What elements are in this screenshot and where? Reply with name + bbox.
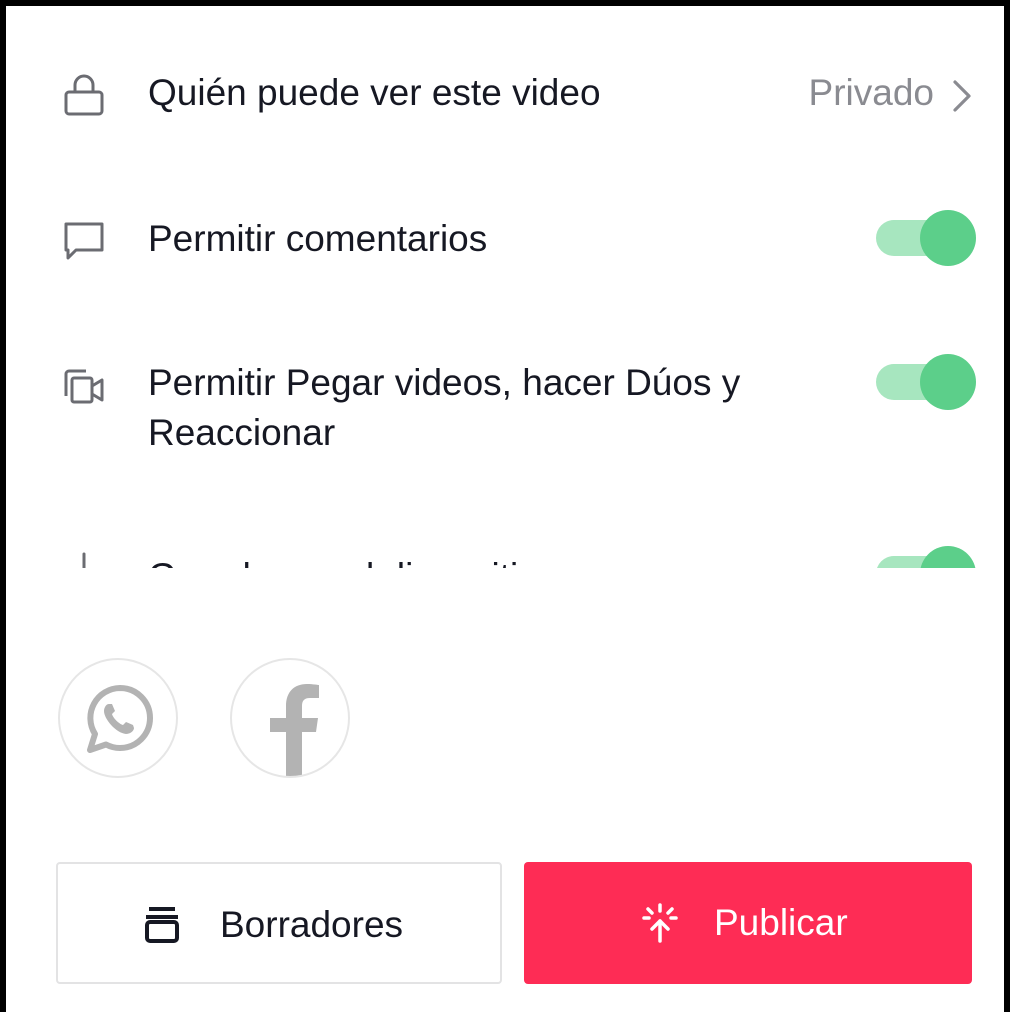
lock-icon	[60, 70, 108, 118]
publish-label: Publicar	[714, 902, 848, 943]
facebook-icon	[270, 684, 319, 776]
toggle-knob	[920, 210, 976, 266]
share-whatsapp-button[interactable]	[58, 658, 178, 778]
whatsapp-icon	[87, 685, 153, 753]
share-facebook-button[interactable]	[230, 658, 350, 778]
save-to-device-label: Guardar en el dispositivo	[148, 552, 557, 568]
save-to-device-row: Guardar en el dispositivo	[6, 546, 1004, 568]
allow-stitch-duet-toggle[interactable]	[876, 354, 976, 410]
allow-comments-toggle[interactable]	[876, 210, 976, 266]
who-can-view-row[interactable]: Quién puede ver este video Privado	[6, 66, 1004, 122]
who-can-view-label: Quién puede ver este video	[148, 72, 601, 113]
chevron-right-icon	[950, 78, 974, 114]
download-icon	[60, 550, 108, 568]
drafts-label: Borradores	[220, 904, 404, 945]
publish-icon	[640, 903, 680, 943]
comment-icon	[60, 216, 108, 264]
duet-icon	[60, 362, 108, 410]
toggle-knob	[920, 546, 976, 568]
who-can-view-value: Privado	[808, 72, 934, 113]
toggle-knob	[920, 354, 976, 410]
save-to-device-toggle[interactable]	[876, 546, 976, 568]
privacy-settings-list[interactable]: Quién puede ver este video Privado Permi…	[6, 6, 1004, 568]
allow-comments-row: Permitir comentarios	[6, 208, 1004, 268]
app-frame: Quién puede ver este video Privado Permi…	[0, 0, 1010, 1012]
allow-stitch-duet-row: Permitir Pegar videos, hacer Dúos y Reac…	[6, 354, 1004, 464]
publish-button[interactable]: Publicar	[524, 862, 972, 984]
drafts-button[interactable]: Borradores	[56, 862, 502, 984]
allow-stitch-duet-label: Permitir Pegar videos, hacer Dúos y Reac…	[148, 362, 741, 453]
drafts-icon	[142, 905, 182, 945]
allow-comments-label: Permitir comentarios	[148, 218, 488, 259]
